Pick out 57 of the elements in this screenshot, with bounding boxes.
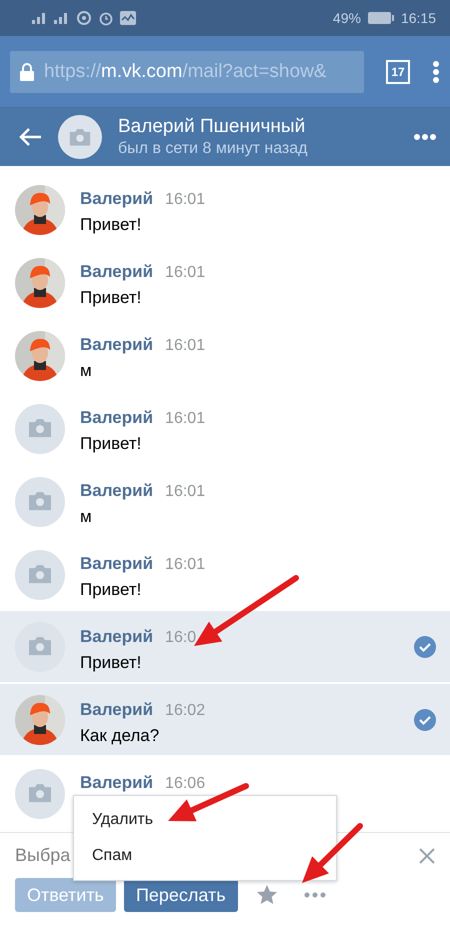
lock-icon	[20, 62, 34, 80]
camera-icon	[27, 636, 53, 657]
back-arrow-icon[interactable]	[18, 127, 42, 147]
message-text: Привет!	[80, 434, 142, 454]
message-author: Валерий	[80, 554, 154, 574]
camera-icon	[68, 128, 92, 146]
contact-name: Валерий Пшеничный	[118, 116, 306, 138]
action-button[interactable]: Переслать	[124, 878, 238, 912]
selection-label: Выбра	[15, 845, 70, 866]
battery-icon	[366, 11, 395, 25]
message-text: м	[80, 361, 93, 381]
more-icon[interactable]	[414, 134, 436, 140]
menu-icon[interactable]	[432, 60, 440, 84]
activity-icon	[120, 11, 136, 25]
tab-count-button[interactable]: 17	[386, 60, 410, 84]
message-time: 16:06	[165, 775, 206, 793]
message-time: 16:01	[165, 191, 206, 209]
more-icon[interactable]	[304, 892, 326, 898]
message-author: Валерий	[80, 262, 154, 282]
close-icon[interactable]	[419, 848, 435, 864]
message-author: Валерий	[80, 408, 154, 428]
message-row[interactable]: Валерий 16:02 Как дела?	[0, 684, 450, 757]
message-time: 16:01	[165, 483, 206, 501]
check-icon	[414, 708, 436, 730]
camera-icon	[27, 418, 53, 439]
message-text: Привет!	[80, 215, 142, 235]
message-text: Привет!	[80, 288, 142, 308]
message-author: Валерий	[80, 700, 154, 720]
camera-icon	[27, 783, 53, 804]
arrow-drawing	[302, 823, 363, 883]
message-time: 16:02	[165, 702, 206, 720]
message-row[interactable]: Валерий 16:0 Привет!	[0, 611, 450, 684]
message-author: Валерий	[80, 773, 154, 793]
star-icon[interactable]	[256, 884, 278, 906]
message-author: Валерий	[80, 627, 154, 647]
camera-icon	[27, 564, 53, 585]
message-time: 16:01	[165, 410, 206, 428]
camera-icon	[27, 491, 53, 512]
message-text: Привет!	[80, 653, 142, 673]
message-time: 16:0	[165, 629, 196, 647]
message-author: Валерий	[80, 189, 154, 209]
alarm-icon	[98, 10, 114, 26]
message-text: Привет!	[80, 580, 142, 600]
message-text: м	[80, 507, 93, 527]
clock-time: 16:15	[400, 10, 436, 26]
battery-percent: 49%	[332, 10, 361, 26]
check-icon	[414, 636, 436, 658]
signal-icon	[30, 11, 70, 25]
message-text: Как дела?	[80, 726, 160, 746]
message-time: 16:01	[165, 264, 206, 282]
menu-item[interactable]: Спам	[74, 838, 336, 874]
last-seen-status: был в сети 8 минут назад	[118, 140, 308, 158]
message-author: Валерий	[80, 335, 154, 355]
message-time: 16:01	[165, 556, 206, 574]
message-author: Валерий	[80, 481, 154, 501]
hotspot-icon	[76, 10, 92, 26]
message-time: 16:01	[165, 337, 206, 355]
